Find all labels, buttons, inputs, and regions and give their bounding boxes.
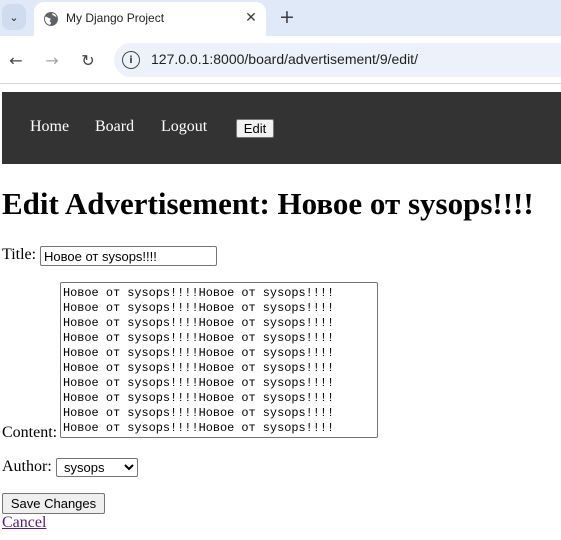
globe-icon (44, 12, 58, 26)
save-button[interactable]: Save Changes (2, 493, 105, 514)
plus-icon[interactable]: + (276, 6, 298, 28)
nav-edit-button[interactable]: Edit (236, 119, 274, 138)
forward-arrow-icon[interactable]: → (40, 48, 64, 72)
page-title: Edit Advertisement: Новое от sysops!!!! (2, 186, 534, 221)
nav-link-board[interactable]: Board (95, 118, 134, 136)
site-navigation: Home Board Logout Edit (2, 92, 561, 164)
content-label: Content: (2, 424, 58, 441)
content-textarea[interactable]: Новое от sysops!!!!Новое от sysops!!!! Н… (60, 282, 378, 438)
title-input[interactable] (40, 246, 217, 266)
nav-link-home[interactable]: Home (30, 118, 69, 136)
back-arrow-icon[interactable]: ← (4, 48, 28, 72)
reload-icon[interactable]: ↻ (76, 48, 100, 72)
url-text: 127.0.0.1:8000/board/advertisement/9/edi… (151, 51, 418, 67)
site-info-icon[interactable]: i (122, 51, 140, 69)
title-label: Title: (2, 246, 37, 263)
active-tab[interactable]: My Django Project ✕ (34, 2, 266, 36)
browser-toolbar: ← → ↻ i 127.0.0.1:8000/board/advertiseme… (0, 36, 561, 84)
author-label: Author: (2, 458, 52, 475)
address-bar[interactable]: i 127.0.0.1:8000/board/advertisement/9/e… (114, 43, 561, 77)
chevron-down-icon: ⌄ (9, 10, 19, 24)
nav-link-logout[interactable]: Logout (161, 118, 207, 136)
tab-title: My Django Project (66, 11, 165, 25)
close-icon[interactable]: ✕ (241, 8, 261, 28)
browser-tab-strip: ⌄ My Django Project ✕ + (0, 0, 561, 36)
author-select[interactable]: sysops (56, 458, 138, 477)
tab-search-button[interactable]: ⌄ (2, 4, 26, 30)
cancel-link[interactable]: Cancel (2, 514, 46, 532)
